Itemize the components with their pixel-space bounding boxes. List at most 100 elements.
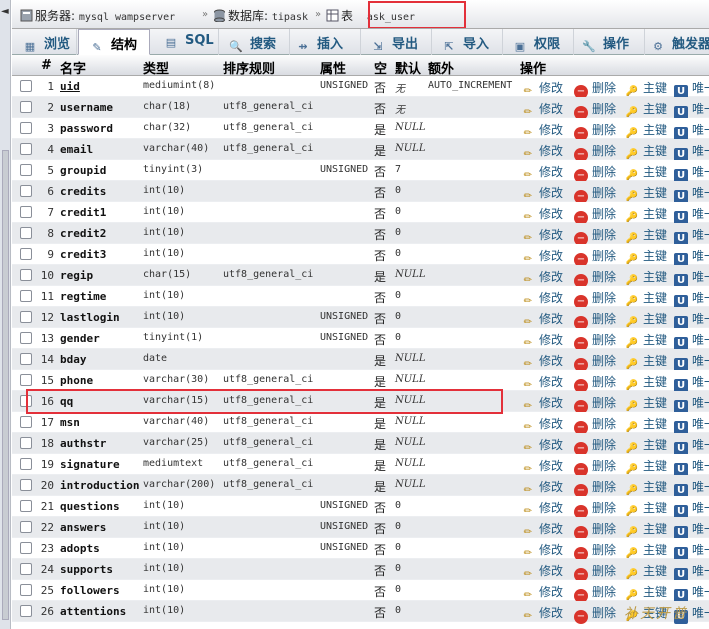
drop-action[interactable]: − 删除 bbox=[574, 457, 616, 477]
edit-action[interactable]: ✏ 修改 bbox=[521, 583, 563, 603]
edit-action[interactable]: ✏ 修改 bbox=[521, 562, 563, 582]
header-type[interactable]: 类型 bbox=[143, 58, 169, 77]
primary-key-action[interactable]: 🔑 主键 bbox=[625, 310, 667, 330]
row-checkbox[interactable] bbox=[20, 101, 32, 113]
edit-action[interactable]: ✏ 修改 bbox=[521, 310, 563, 330]
edit-action[interactable]: ✏ 修改 bbox=[521, 247, 563, 267]
drop-action[interactable]: − 删除 bbox=[574, 247, 616, 267]
primary-key-action[interactable]: 🔑 主键 bbox=[625, 247, 667, 267]
edit-action[interactable]: ✏ 修改 bbox=[521, 394, 563, 414]
drop-action[interactable]: − 删除 bbox=[574, 499, 616, 519]
unique-action[interactable]: U唯一 bbox=[674, 205, 709, 225]
unique-action[interactable]: U唯一 bbox=[674, 247, 709, 267]
primary-key-action[interactable]: 🔑 主键 bbox=[625, 478, 667, 498]
row-checkbox[interactable] bbox=[20, 122, 32, 134]
tab-export[interactable]: ⇲ 导出 bbox=[362, 29, 432, 55]
drop-action[interactable]: − 删除 bbox=[574, 541, 616, 561]
drop-action[interactable]: − 删除 bbox=[574, 373, 616, 393]
primary-key-action[interactable]: 🔑 主键 bbox=[625, 499, 667, 519]
row-checkbox[interactable] bbox=[20, 500, 32, 512]
drop-action[interactable]: − 删除 bbox=[574, 352, 616, 372]
row-checkbox[interactable] bbox=[20, 80, 32, 92]
drop-action[interactable]: − 删除 bbox=[574, 562, 616, 582]
unique-action[interactable]: U唯一 bbox=[674, 394, 709, 414]
unique-action[interactable]: U唯一 bbox=[674, 541, 709, 561]
drop-action[interactable]: − 删除 bbox=[574, 289, 616, 309]
edit-action[interactable]: ✏ 修改 bbox=[521, 205, 563, 225]
unique-action[interactable]: U唯一 bbox=[674, 79, 709, 99]
header-attributes[interactable]: 属性 bbox=[320, 58, 346, 77]
unique-action[interactable]: U唯一 bbox=[674, 436, 709, 456]
primary-key-action[interactable]: 🔑 主键 bbox=[625, 583, 667, 603]
header-extra[interactable]: 额外 bbox=[428, 58, 454, 77]
row-checkbox[interactable] bbox=[20, 143, 32, 155]
edit-action[interactable]: ✏ 修改 bbox=[521, 121, 563, 141]
unique-action[interactable]: U唯一 bbox=[674, 583, 709, 603]
tab-sql[interactable]: ▤ SQL bbox=[151, 29, 219, 55]
tab-operations[interactable]: 🔧 操作 bbox=[575, 29, 645, 55]
primary-key-action[interactable]: 🔑 主键 bbox=[625, 226, 667, 246]
primary-key-action[interactable]: 🔑 主键 bbox=[625, 121, 667, 141]
drop-action[interactable]: − 删除 bbox=[574, 436, 616, 456]
tab-insert[interactable]: ⇸ 插入 bbox=[291, 29, 361, 55]
primary-key-action[interactable]: 🔑 主键 bbox=[625, 268, 667, 288]
unique-action[interactable]: U唯一 bbox=[674, 268, 709, 288]
unique-action[interactable]: U唯一 bbox=[674, 163, 709, 183]
unique-action[interactable]: U唯一 bbox=[674, 415, 709, 435]
row-checkbox[interactable] bbox=[20, 227, 32, 239]
primary-key-action[interactable]: 🔑 主键 bbox=[625, 331, 667, 351]
header-name[interactable]: 名字 bbox=[60, 58, 86, 77]
edit-action[interactable]: ✏ 修改 bbox=[521, 436, 563, 456]
row-checkbox[interactable] bbox=[20, 311, 32, 323]
primary-key-action[interactable]: 🔑 主键 bbox=[625, 436, 667, 456]
drop-action[interactable]: − 删除 bbox=[574, 310, 616, 330]
drop-action[interactable]: − 删除 bbox=[574, 331, 616, 351]
unique-action[interactable]: U唯一 bbox=[674, 373, 709, 393]
edit-action[interactable]: ✏ 修改 bbox=[521, 268, 563, 288]
edit-action[interactable]: ✏ 修改 bbox=[521, 184, 563, 204]
unique-action[interactable]: U唯一 bbox=[674, 289, 709, 309]
unique-action[interactable]: U唯一 bbox=[674, 142, 709, 162]
drop-action[interactable]: − 删除 bbox=[574, 604, 616, 624]
row-checkbox[interactable] bbox=[20, 332, 32, 344]
unique-action[interactable]: U唯一 bbox=[674, 100, 709, 120]
edit-action[interactable]: ✏ 修改 bbox=[521, 499, 563, 519]
header-null[interactable]: 空 bbox=[374, 58, 387, 77]
unique-action[interactable]: U唯一 bbox=[674, 520, 709, 540]
row-checkbox[interactable] bbox=[20, 416, 32, 428]
row-checkbox[interactable] bbox=[20, 584, 32, 596]
unique-action[interactable]: U唯一 bbox=[674, 352, 709, 372]
drop-action[interactable]: − 删除 bbox=[574, 184, 616, 204]
header-collation[interactable]: 排序规则 bbox=[223, 58, 275, 77]
tab-triggers[interactable]: ⚙ 触发器 bbox=[646, 29, 709, 55]
unique-action[interactable]: U唯一 bbox=[674, 457, 709, 477]
primary-key-action[interactable]: 🔑 主键 bbox=[625, 142, 667, 162]
drop-action[interactable]: − 删除 bbox=[574, 121, 616, 141]
unique-action[interactable]: U唯一 bbox=[674, 478, 709, 498]
edit-action[interactable]: ✏ 修改 bbox=[521, 520, 563, 540]
edit-action[interactable]: ✏ 修改 bbox=[521, 289, 563, 309]
edit-action[interactable]: ✏ 修改 bbox=[521, 163, 563, 183]
tab-search[interactable]: 🔍 搜索 bbox=[220, 29, 290, 55]
scrollbar-thumb[interactable] bbox=[2, 150, 9, 620]
primary-key-action[interactable]: 🔑 主键 bbox=[625, 184, 667, 204]
edit-action[interactable]: ✏ 修改 bbox=[521, 79, 563, 99]
unique-action[interactable]: U唯一 bbox=[674, 310, 709, 330]
primary-key-action[interactable]: 🔑 主键 bbox=[625, 415, 667, 435]
row-checkbox[interactable] bbox=[20, 458, 32, 470]
collapse-arrow-icon[interactable]: ◄ bbox=[1, 6, 9, 17]
primary-key-action[interactable]: 🔑 主键 bbox=[625, 394, 667, 414]
edit-action[interactable]: ✏ 修改 bbox=[521, 352, 563, 372]
row-checkbox[interactable] bbox=[20, 479, 32, 491]
unique-action[interactable]: U唯一 bbox=[674, 331, 709, 351]
primary-key-action[interactable]: 🔑 主键 bbox=[625, 457, 667, 477]
drop-action[interactable]: − 删除 bbox=[574, 142, 616, 162]
drop-action[interactable]: − 删除 bbox=[574, 394, 616, 414]
navigation-collapse-bar[interactable]: ◄ bbox=[0, 0, 11, 629]
primary-key-action[interactable]: 🔑 主键 bbox=[625, 352, 667, 372]
primary-key-action[interactable]: 🔑 主键 bbox=[625, 541, 667, 561]
row-checkbox[interactable] bbox=[20, 374, 32, 386]
primary-key-action[interactable]: 🔑 主键 bbox=[625, 289, 667, 309]
primary-key-action[interactable]: 🔑 主键 bbox=[625, 373, 667, 393]
row-checkbox[interactable] bbox=[20, 248, 32, 260]
